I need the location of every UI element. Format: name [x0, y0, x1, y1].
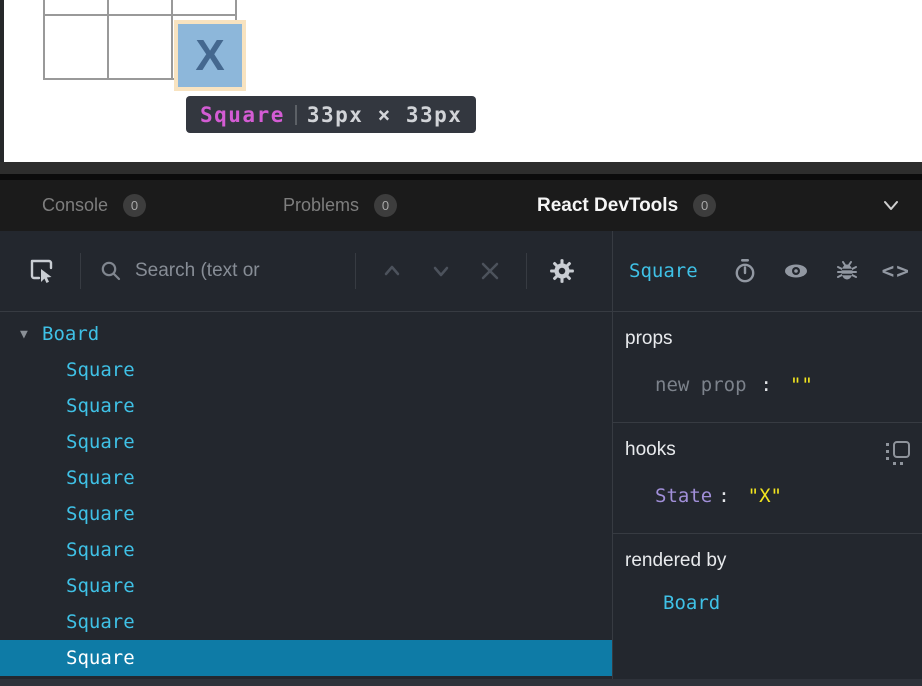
dashed-dots	[886, 443, 889, 446]
board-cell[interactable]	[108, 15, 172, 79]
tooltip-divider	[295, 105, 297, 125]
tree-row-square[interactable]: Square	[0, 568, 612, 604]
inspect-highlight-overlay: X	[174, 20, 246, 91]
browser-devtools-window: X Square 33px × 33px Console 0 Problems …	[0, 0, 922, 686]
chevron-up-icon[interactable]	[380, 259, 404, 283]
inspected-component-toolbar: Square	[613, 231, 922, 311]
chevron-down-icon[interactable]	[429, 259, 453, 283]
bug-icon[interactable]	[834, 258, 860, 284]
rendered-by-section: rendered by Board	[613, 534, 922, 640]
hooks-section-title: hooks	[625, 439, 910, 461]
board-cell[interactable]	[44, 15, 108, 79]
react-devtools-panel: Square	[0, 231, 922, 686]
component-name: Square	[66, 395, 135, 417]
component-name: Board	[42, 323, 99, 345]
parse-hook-names-icon[interactable]	[886, 441, 910, 465]
component-tree: ▼ Board Square Square Square Square Squa…	[0, 312, 613, 679]
component-name: Square	[66, 503, 135, 525]
tab-problems[interactable]: Problems 0	[283, 180, 397, 231]
component-name: Square	[66, 647, 135, 669]
search-input[interactable]	[135, 260, 347, 282]
expand-arrow-icon[interactable]: ▼	[20, 327, 42, 342]
chevron-down-icon[interactable]	[880, 194, 902, 221]
page-left-border	[0, 0, 4, 162]
tab-console[interactable]: Console 0	[42, 180, 146, 231]
toolbar-divider	[355, 253, 356, 289]
rendered-by-owner-link[interactable]: Board	[663, 592, 910, 614]
tree-row-board[interactable]: ▼ Board	[0, 316, 612, 352]
devtools-tabbar: Console 0 Problems 0 React DevTools 0	[0, 180, 922, 231]
board-row	[44, 0, 236, 15]
board-cell[interactable]	[172, 0, 236, 15]
rendered-by-title: rendered by	[625, 550, 910, 572]
component-name: Square	[66, 611, 135, 633]
highlighted-square-cell[interactable]: X	[178, 24, 242, 87]
bottom-scrollbar-track[interactable]	[0, 679, 922, 686]
hook-key: State	[655, 485, 712, 507]
tab-react-devtools[interactable]: React DevTools 0	[537, 180, 716, 231]
component-name: Square	[66, 431, 135, 453]
tree-row-square[interactable]: Square	[0, 532, 612, 568]
board-cell[interactable]	[108, 0, 172, 15]
gear-icon[interactable]	[549, 258, 575, 284]
search-icon	[99, 259, 123, 283]
tooltip-dimensions: 33px × 33px	[307, 103, 463, 127]
prop-value[interactable]: ""	[790, 374, 813, 396]
prop-row: new prop : ""	[655, 374, 910, 396]
stopwatch-icon[interactable]	[732, 258, 758, 284]
devtools-toolbar: Square	[0, 231, 922, 312]
tab-problems-badge: 0	[374, 194, 397, 217]
prop-key[interactable]: new prop	[655, 374, 747, 396]
tree-row-square[interactable]: Square	[0, 496, 612, 532]
devtools-body: ▼ Board Square Square Square Square Squa…	[0, 312, 922, 679]
tree-row-square[interactable]: Square	[0, 604, 612, 640]
tab-problems-label: Problems	[283, 195, 359, 216]
elements-toolbar	[0, 231, 613, 311]
component-name: Square	[66, 467, 135, 489]
hook-separator: :	[718, 485, 729, 507]
hook-row: State : "X"	[655, 485, 910, 507]
toolbar-divider	[526, 253, 527, 289]
view-source-code-icon[interactable]: <>	[882, 259, 911, 283]
tab-console-badge: 0	[123, 194, 146, 217]
inspect-tooltip: Square 33px × 33px	[186, 96, 476, 133]
inspect-element-icon[interactable]	[28, 257, 56, 285]
tree-row-square-selected[interactable]: Square	[0, 640, 612, 676]
props-section: props new prop : ""	[613, 312, 922, 423]
tree-row-square[interactable]: Square	[0, 424, 612, 460]
tooltip-component-name: Square	[200, 103, 285, 127]
component-name: Square	[66, 359, 135, 381]
tab-react-devtools-badge: 0	[693, 194, 716, 217]
tree-row-square[interactable]: Square	[0, 460, 612, 496]
props-section-title: props	[625, 328, 910, 350]
tab-console-label: Console	[42, 195, 108, 216]
component-name: Square	[66, 575, 135, 597]
prop-separator: :	[761, 374, 772, 396]
tree-row-square[interactable]: Square	[0, 388, 612, 424]
page-viewport: X Square 33px × 33px	[0, 0, 922, 162]
toolbar-divider	[80, 253, 81, 289]
tree-row-square[interactable]: Square	[0, 352, 612, 388]
close-icon[interactable]	[478, 259, 502, 283]
hook-value[interactable]: "X"	[748, 485, 782, 507]
square-value: X	[195, 31, 224, 81]
selected-component-name: Square	[629, 260, 698, 282]
tab-react-devtools-label: React DevTools	[537, 195, 678, 217]
square-outline	[893, 441, 910, 458]
component-name: Square	[66, 539, 135, 561]
component-inspector: props new prop : "" hooks State	[613, 312, 922, 679]
eye-icon[interactable]	[782, 257, 810, 285]
board-cell[interactable]	[44, 0, 108, 15]
dock-separator	[0, 162, 922, 174]
hooks-section: hooks State : "X"	[613, 423, 922, 534]
